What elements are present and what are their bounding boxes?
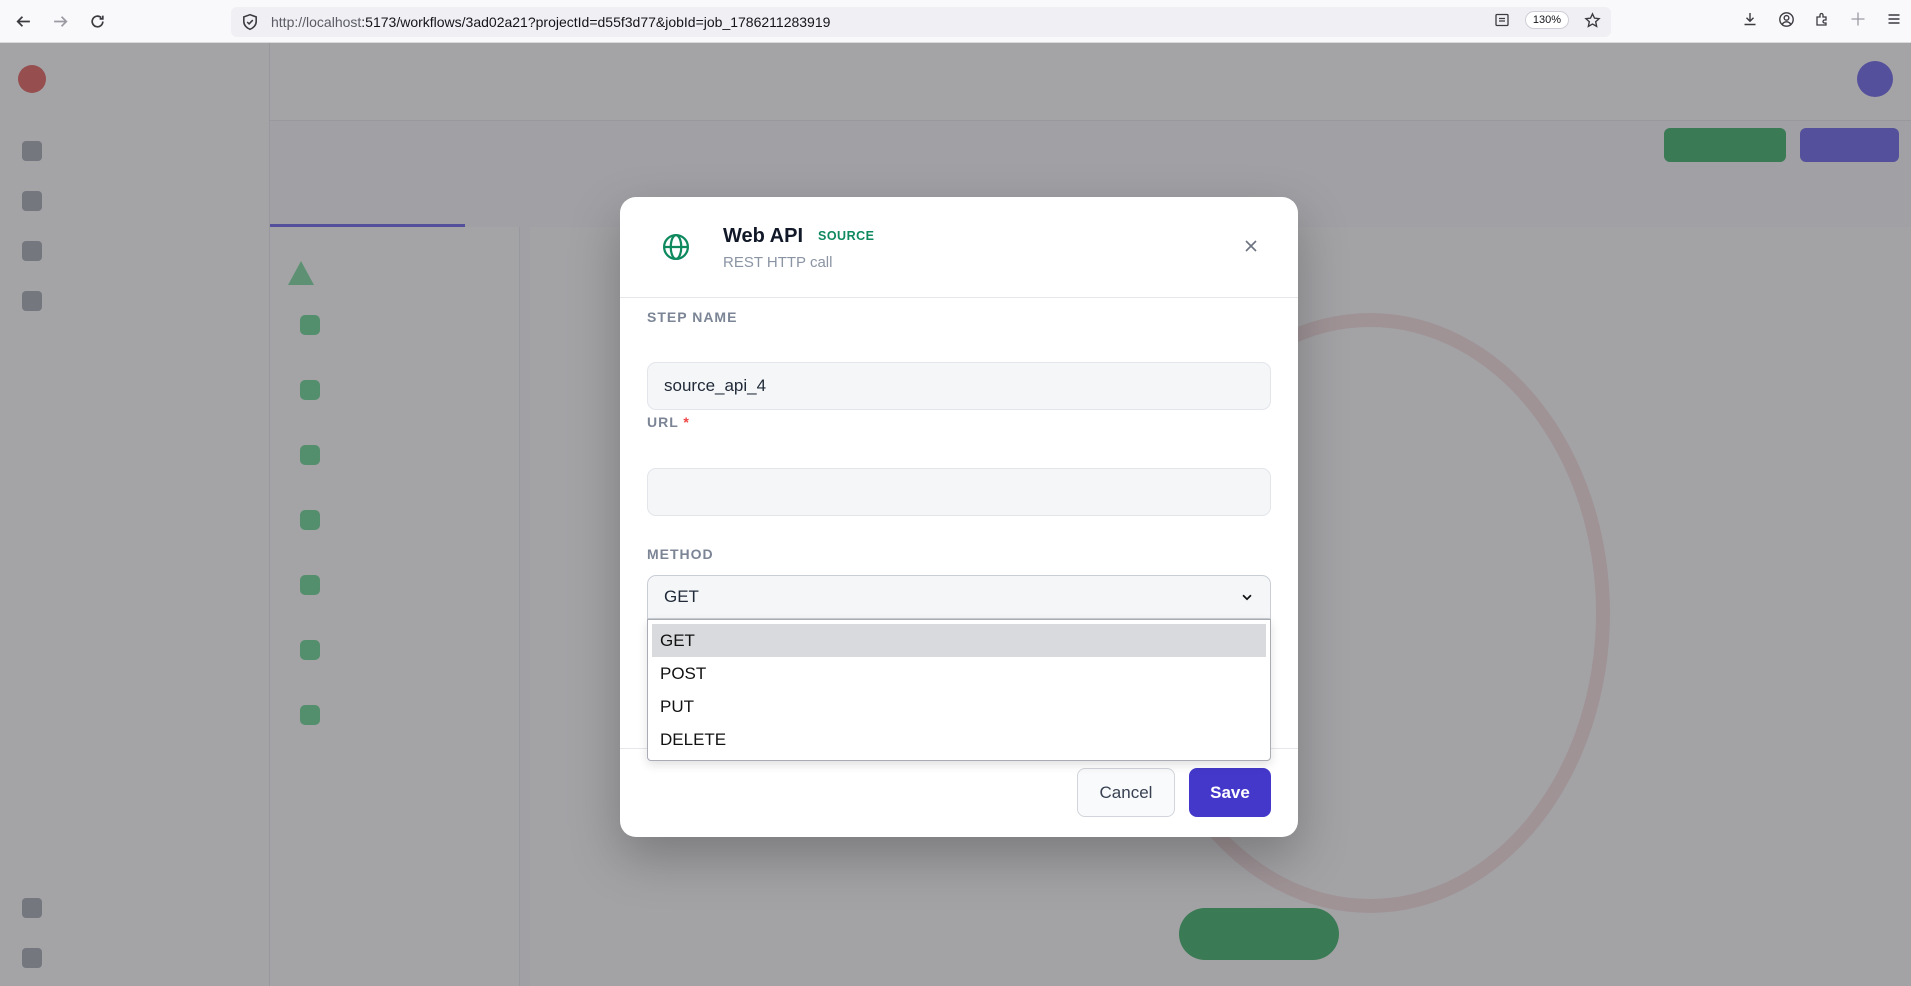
method-option-post[interactable]: POST [652,657,1266,690]
method-dropdown-list: GET POST PUT DELETE [647,619,1271,761]
url-path: :5173/workflows/3ad02a21?projectId=d55f3… [361,14,831,30]
reload-button[interactable] [82,6,112,36]
zoom-level-badge[interactable]: 130% [1524,11,1569,29]
modal-header: Web API SOURCE REST HTTP call [620,197,1298,298]
download-icon[interactable] [1741,10,1759,28]
close-button[interactable] [1240,235,1262,257]
url-label-text: URL [647,414,679,430]
account-icon[interactable] [1777,10,1795,28]
url-text: http://localhost:5173/workflows/3ad02a21… [271,14,830,30]
bookmark-star-icon[interactable] [1583,11,1601,29]
url-label: URL * [647,414,690,430]
address-bar-actions: 130% [1493,11,1601,29]
url-host: http://localhost [271,14,362,30]
method-option-delete[interactable]: DELETE [652,723,1266,756]
arrow-left-icon [15,15,30,27]
browser-actions [1741,10,1903,28]
close-icon [1245,240,1257,252]
step-name-label: STEP NAME [647,309,738,325]
method-select[interactable]: GET [647,575,1271,619]
address-bar[interactable]: http://localhost:5173/workflows/3ad02a21… [231,7,1611,37]
chevron-down-icon [1242,594,1252,601]
arrow-right-icon [53,15,68,27]
reload-icon [90,14,104,28]
browser-toolbar: http://localhost:5173/workflows/3ad02a21… [0,0,1911,43]
method-label: METHOD [647,546,714,562]
reader-view-icon[interactable] [1493,11,1511,29]
source-badge: SOURCE [818,229,875,243]
url-input[interactable] [647,468,1271,516]
method-option-put[interactable]: PUT [652,690,1266,723]
extensions-icon[interactable] [1813,10,1831,28]
required-asterisk: * [683,414,690,430]
modal-title: Web API [723,225,804,247]
method-option-get[interactable]: GET [652,624,1266,657]
globe-icon [663,234,689,260]
menu-icon[interactable] [1885,10,1903,28]
modal-subtitle: REST HTTP call [723,254,833,271]
shield-icon [243,13,257,31]
cancel-button[interactable]: Cancel [1077,768,1175,817]
save-button[interactable]: Save [1189,768,1271,817]
step-name-input[interactable]: source_api_4 [647,362,1271,410]
sparkle-icon[interactable] [1849,10,1867,28]
forward-button[interactable] [45,6,75,36]
back-button[interactable] [8,6,38,36]
method-select-value: GET [664,587,699,606]
browser-nav [8,6,112,36]
